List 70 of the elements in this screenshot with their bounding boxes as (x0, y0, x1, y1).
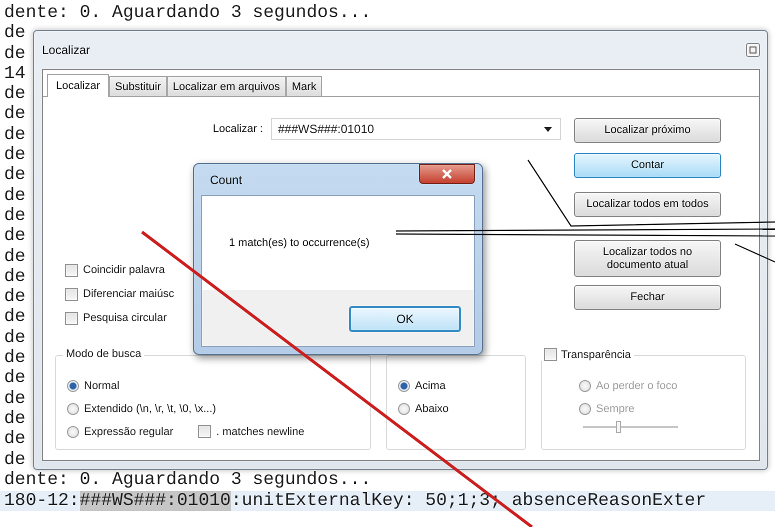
checkbox[interactable] (65, 312, 78, 324)
checkbox[interactable] (198, 425, 212, 438)
checkbox-label: Pesquisa circular (83, 312, 167, 324)
radio-button[interactable] (67, 380, 79, 392)
code-text: de (4, 450, 26, 470)
tab[interactable]: Localizar em arquivos (166, 76, 286, 96)
slider-thumb[interactable] (616, 421, 622, 433)
radio-button[interactable] (67, 402, 79, 414)
checkbox-label: Coincidir palavra (83, 264, 165, 276)
checkbox[interactable] (544, 348, 557, 361)
radio-label: Sempre (596, 402, 635, 414)
checkbox[interactable] (65, 264, 78, 276)
radio-button[interactable] (398, 402, 410, 414)
dialog-button[interactable]: Localizar todos no documento atual (574, 240, 721, 277)
dialog-button[interactable]: Contar (574, 153, 721, 178)
code-text: de (4, 84, 26, 104)
dialog-title: Count (210, 173, 242, 187)
tab[interactable]: Substituir (109, 76, 167, 96)
radio-label: Abaixo (415, 402, 449, 414)
dialog-button[interactable]: Localizar próximo (574, 118, 721, 143)
leader-line (734, 243, 775, 263)
code-text: de (4, 226, 26, 246)
radio-label: Expressão regular (84, 426, 174, 438)
code-text: de (4, 408, 26, 429)
code-text: de (4, 104, 26, 124)
find-combo-box[interactable]: ###WS###:01010 (271, 118, 561, 140)
code-text: de (4, 206, 26, 226)
radio-button[interactable] (398, 380, 410, 392)
ok-button[interactable]: OK (349, 306, 461, 332)
code-text: de (4, 186, 26, 206)
close-button[interactable] (419, 164, 475, 184)
code-text: dente: 0. Aguardando 3 segundos... (4, 470, 372, 490)
restore-icon[interactable] (746, 43, 760, 57)
radio-label: Normal (84, 380, 120, 392)
checkbox[interactable] (65, 288, 78, 300)
code-text: de (4, 348, 26, 368)
find-label: Localizar : (212, 123, 263, 135)
code-text: de (4, 124, 26, 145)
code-text: de (4, 145, 26, 166)
window-title: Localizar (42, 43, 90, 57)
close-icon (442, 169, 452, 179)
code-text: 180-12: (4, 491, 80, 512)
code-text: 14 (4, 64, 26, 84)
code-text: ###WS###:01010 (80, 491, 231, 512)
dialog-button[interactable]: Localizar todos em todos (574, 192, 721, 217)
radio-label: Extendido (\n, \r, \t, \0, \x...) (84, 402, 216, 414)
tab[interactable]: Localizar (47, 74, 110, 97)
checkbox-label: . matches newline (216, 426, 304, 438)
count-message: 1 match(es) to occurrence(s) (229, 237, 370, 249)
tab[interactable]: Mark (286, 76, 322, 96)
code-text: de (4, 307, 26, 328)
code-text: de (4, 368, 26, 388)
radio-label: Acima (415, 380, 446, 392)
dialog-button[interactable]: Fechar (574, 285, 721, 310)
code-text: de (4, 388, 26, 409)
code-text: de (4, 23, 26, 44)
code-text: de (4, 328, 26, 348)
code-text: de (4, 266, 26, 287)
code-text: de (4, 165, 26, 186)
group-title: Modo de busca (63, 348, 144, 360)
code-text: de (4, 287, 26, 308)
code-text: dente: 0. Aguardando 3 segundos... (4, 3, 372, 23)
code-text: :unitExternalKey: 50;1;3; absenceReasonExter (230, 491, 706, 512)
radio-label: Ao perder o foco (596, 380, 678, 392)
radio-button[interactable] (67, 426, 79, 438)
code-text: de (4, 429, 26, 450)
code-text: de (4, 246, 26, 267)
code-text: de (4, 44, 26, 64)
checkbox-label: Diferenciar maiúsc (83, 288, 174, 300)
checkbox-label: Transparência (561, 348, 631, 360)
